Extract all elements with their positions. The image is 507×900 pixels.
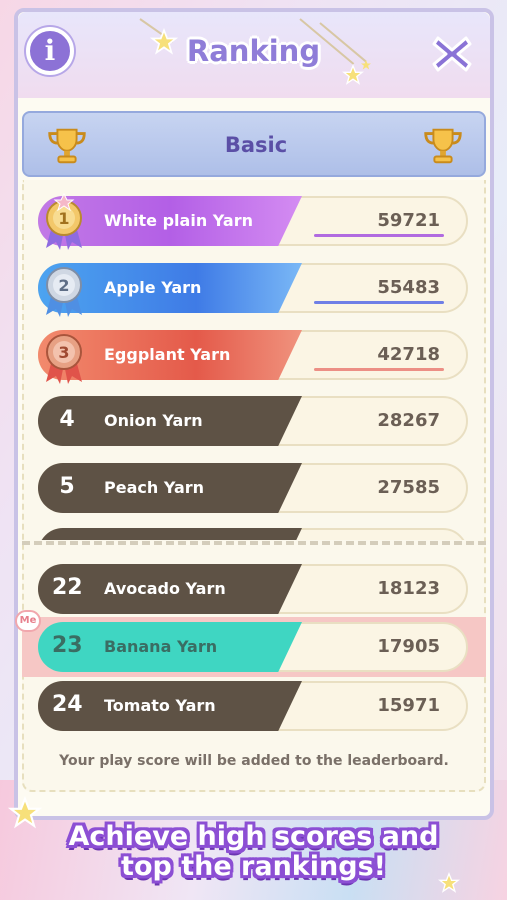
close-icon — [432, 36, 472, 72]
list-separator — [22, 541, 486, 545]
player-name: Avocado Yarn — [104, 579, 226, 598]
info-icon: i — [44, 34, 56, 67]
rank-number: 5 — [59, 474, 75, 499]
player-score: 15971 — [377, 695, 440, 716]
promo-line-2: top the rankings! — [121, 851, 386, 882]
ranking-row: 24 Tomato Yarn 15971 — [38, 681, 468, 731]
player-name: Tomato Yarn — [104, 696, 216, 715]
score-streak — [314, 301, 444, 304]
info-button[interactable]: i — [26, 27, 74, 75]
score-streak — [314, 368, 444, 371]
player-score: 59721 — [377, 210, 440, 231]
player-score: 42718 — [377, 344, 440, 365]
ranking-row: 4 Onion Yarn 28267 — [38, 396, 468, 446]
ranking-row: 22 Avocado Yarn 18123 — [38, 564, 468, 614]
rank-number: 24 — [52, 692, 83, 717]
row-name-plate — [38, 528, 302, 540]
close-button[interactable] — [428, 30, 476, 78]
ranking-row: 1 White plain Yarn 59721 — [38, 192, 468, 250]
player-name: Onion Yarn — [104, 411, 203, 430]
promo-line-1: Achieve high scores and — [68, 821, 439, 852]
score-streak — [314, 234, 444, 237]
tab-basic[interactable]: Basic — [22, 111, 486, 177]
player-name: Peach Yarn — [104, 478, 205, 497]
ranking-row-partial — [38, 528, 468, 540]
rank-number: 22 — [52, 575, 83, 600]
leaderboard-note: Your play score will be added to the lea… — [59, 753, 449, 769]
player-name: White plain Yarn — [104, 211, 253, 230]
player-score: 27585 — [377, 477, 440, 498]
trophy-icon — [424, 128, 462, 164]
player-name: Apple Yarn — [104, 278, 202, 297]
player-name: Eggplant Yarn — [104, 345, 231, 364]
player-score: 55483 — [377, 277, 440, 298]
ranking-row-me: 23 Banana Yarn 17905 — [38, 622, 468, 672]
svg-text:2: 2 — [58, 276, 69, 295]
player-score: 18123 — [377, 578, 440, 599]
rank-number: 23 — [52, 633, 83, 658]
ranking-row: 5 Peach Yarn 27585 — [38, 463, 468, 513]
player-score: 17905 — [377, 636, 440, 657]
gold-medal-icon: 1 — [46, 192, 82, 250]
svg-text:3: 3 — [58, 343, 69, 362]
rank-number: 4 — [59, 407, 75, 432]
silver-medal-icon: 2 — [46, 267, 82, 317]
player-name: Banana Yarn — [104, 637, 218, 656]
bronze-medal-icon: 3 — [46, 334, 82, 384]
ranking-row: 2 Apple Yarn 55483 — [38, 263, 468, 317]
player-score: 28267 — [377, 410, 440, 431]
ranking-row: 3 Eggplant Yarn 42718 — [38, 330, 468, 384]
tab-label: Basic — [224, 133, 288, 157]
svg-text:1: 1 — [58, 209, 69, 228]
